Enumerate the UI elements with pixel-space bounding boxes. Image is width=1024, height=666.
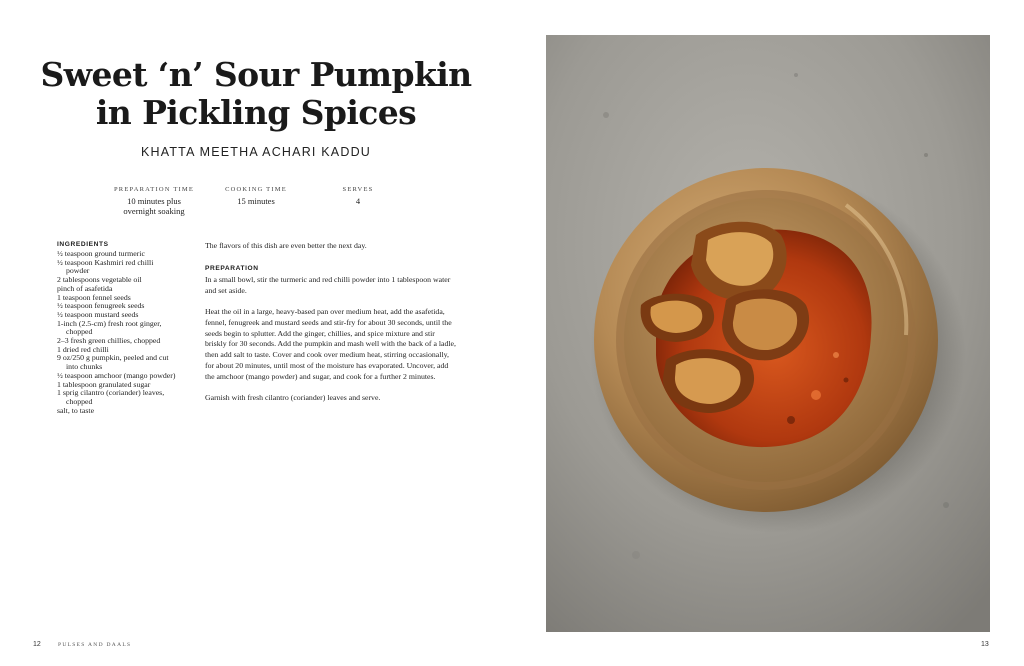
title-line-1: Sweet ‘n’ Sour Pumpkin bbox=[40, 55, 472, 94]
method-section: The flavors of this dish are even better… bbox=[205, 241, 457, 404]
footer-section-name: PULSES AND DAALS bbox=[58, 642, 132, 648]
meta-value: 15 minutes bbox=[237, 196, 275, 206]
meta-label: PREPARATION TIME bbox=[113, 186, 195, 193]
ingredient-item: ½ teaspoon Kashmiri red chilli powder bbox=[57, 257, 154, 276]
ingredients-section: INGREDIENTS ½ teaspoon ground turmeric ½… bbox=[57, 240, 177, 415]
meta-cooking-time: COOKING TIME 15 minutes bbox=[216, 185, 296, 206]
left-page: Sweet ‘n’ Sour Pumpkin in Pickling Spice… bbox=[0, 0, 545, 666]
meta-label: SERVES bbox=[342, 186, 374, 193]
recipe-subtitle: KHATTA MEETHA ACHARI KADDU bbox=[140, 145, 372, 159]
preparation-heading: PREPARATION bbox=[205, 264, 259, 272]
ingredient-item: 9 oz/250 g pumpkin, peeled and cut into … bbox=[57, 353, 169, 372]
preparation-step: In a small bowl, stir the turmeric and r… bbox=[205, 274, 451, 295]
right-page-number: 13 bbox=[981, 641, 989, 648]
ingredient-item: salt, to taste bbox=[57, 405, 95, 415]
meta-value: 10 minutes plus overnight soaking bbox=[123, 196, 185, 216]
left-page-number: 12 bbox=[33, 641, 41, 648]
recipe-intro: The flavors of this dish are even better… bbox=[205, 241, 367, 250]
ingredient-item: 1-inch (2.5-cm) fresh root ginger, chopp… bbox=[57, 318, 162, 337]
recipe-title: Sweet ‘n’ Sour Pumpkin in Pickling Spice… bbox=[30, 56, 482, 132]
title-line-2: in Pickling Spices bbox=[95, 93, 417, 132]
meta-preparation-time: PREPARATION TIME 10 minutes plus overnig… bbox=[108, 185, 200, 216]
ingredient-item: 1 sprig cilantro (coriander) leaves, cho… bbox=[57, 388, 165, 406]
preparation-step: Heat the oil in a large, heavy-based pan… bbox=[205, 306, 456, 382]
meta-label: COOKING TIME bbox=[225, 186, 287, 193]
ingredients-heading: INGREDIENTS bbox=[57, 241, 109, 248]
preparation-step: Garnish with fresh cilantro (coriander) … bbox=[205, 393, 381, 403]
pumpkin-dish-illustration bbox=[546, 35, 990, 632]
meta-serves: SERVES 4 bbox=[328, 185, 388, 206]
ingredients-list: ½ teaspoon ground turmeric ½ teaspoon Ka… bbox=[57, 249, 177, 415]
meta-value: 4 bbox=[355, 196, 361, 206]
dish-photo bbox=[546, 35, 990, 632]
